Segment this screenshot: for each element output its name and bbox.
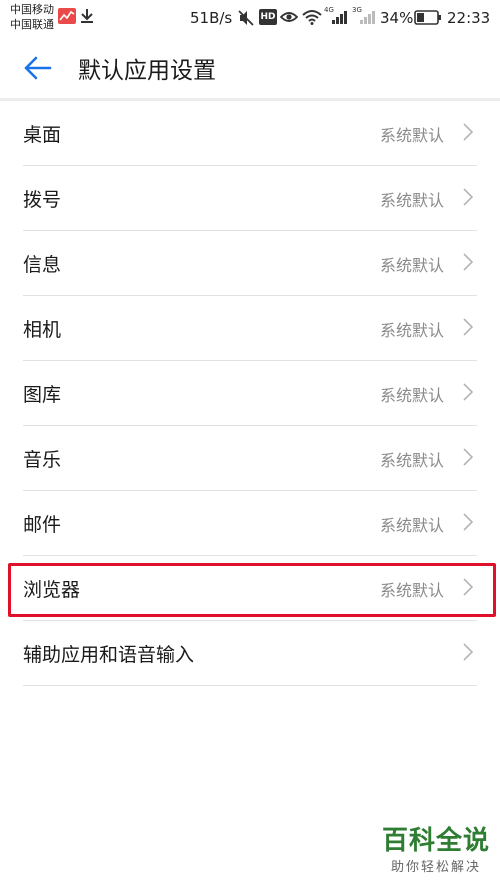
watermark-subtitle: 助你轻松解决: [390, 860, 481, 875]
item-value: 系统默认: [379, 256, 444, 275]
settings-item-messages[interactable]: 信息 系统默认: [23, 231, 477, 296]
chevron-right-icon: [463, 123, 473, 141]
carrier-labels: 中国移动 中国联通: [10, 2, 54, 32]
item-value: 系统默认: [379, 451, 444, 470]
item-value: 系统默认: [379, 191, 444, 210]
chevron-right-icon: [463, 513, 473, 531]
download-icon: [81, 9, 93, 23]
item-value: 系统默认: [379, 386, 444, 405]
item-label: 音乐: [23, 449, 62, 471]
stock-chart-icon: [58, 8, 76, 24]
arrow-left-icon: [24, 56, 52, 80]
app-bar: 默认应用设置: [0, 36, 500, 98]
item-label: 相机: [23, 319, 62, 341]
chevron-right-icon: [463, 253, 473, 271]
hd-badge: HD: [259, 9, 277, 25]
eye-icon: [280, 12, 298, 22]
item-value: 系统默认: [379, 321, 444, 340]
carrier-1: 中国移动: [10, 3, 54, 16]
item-label: 邮件: [23, 514, 62, 536]
settings-item-music[interactable]: 音乐 系统默认: [23, 426, 477, 491]
settings-item-dialer[interactable]: 拨号 系统默认: [23, 166, 477, 231]
chevron-right-icon: [463, 643, 473, 661]
item-label: 图库: [23, 384, 62, 406]
settings-item-assist-voice-input[interactable]: 辅助应用和语音输入: [23, 621, 477, 686]
item-value: 系统默认: [379, 126, 444, 145]
signal-icon: [332, 11, 347, 24]
status-bar: 中国移动 中国联通 51B/s HD 4G 3G 34% 22:33: [0, 0, 500, 36]
watermark: 百科全说 助你轻松解决: [382, 826, 490, 875]
settings-item-gallery[interactable]: 图库 系统默认: [23, 361, 477, 426]
item-label: 辅助应用和语音输入: [23, 644, 195, 666]
carrier-2: 中国联通: [10, 18, 54, 31]
settings-item-camera[interactable]: 相机 系统默认: [23, 296, 477, 361]
item-value: 系统默认: [379, 516, 444, 535]
settings-item-desktop[interactable]: 桌面 系统默认: [23, 101, 477, 166]
chevron-right-icon: [463, 383, 473, 401]
item-label: 拨号: [23, 189, 62, 211]
mute-icon: [238, 10, 254, 26]
back-button[interactable]: [20, 50, 56, 86]
net-speed: 51B/s: [190, 9, 233, 27]
page-title: 默认应用设置: [78, 58, 216, 84]
item-label: 信息: [23, 254, 62, 276]
highlight-box: [8, 563, 496, 617]
chevron-right-icon: [463, 448, 473, 466]
battery-percent: 34%: [380, 9, 414, 27]
chevron-right-icon: [463, 188, 473, 206]
signal-icon-2: [360, 11, 375, 24]
settings-item-email[interactable]: 邮件 系统默认: [23, 491, 477, 556]
clock: 22:33: [447, 9, 491, 27]
wifi-icon: [302, 10, 322, 25]
item-label: 桌面: [23, 124, 62, 146]
chevron-right-icon: [463, 318, 473, 336]
watermark-title: 百科全说: [381, 826, 490, 856]
battery-icon: [414, 10, 441, 25]
